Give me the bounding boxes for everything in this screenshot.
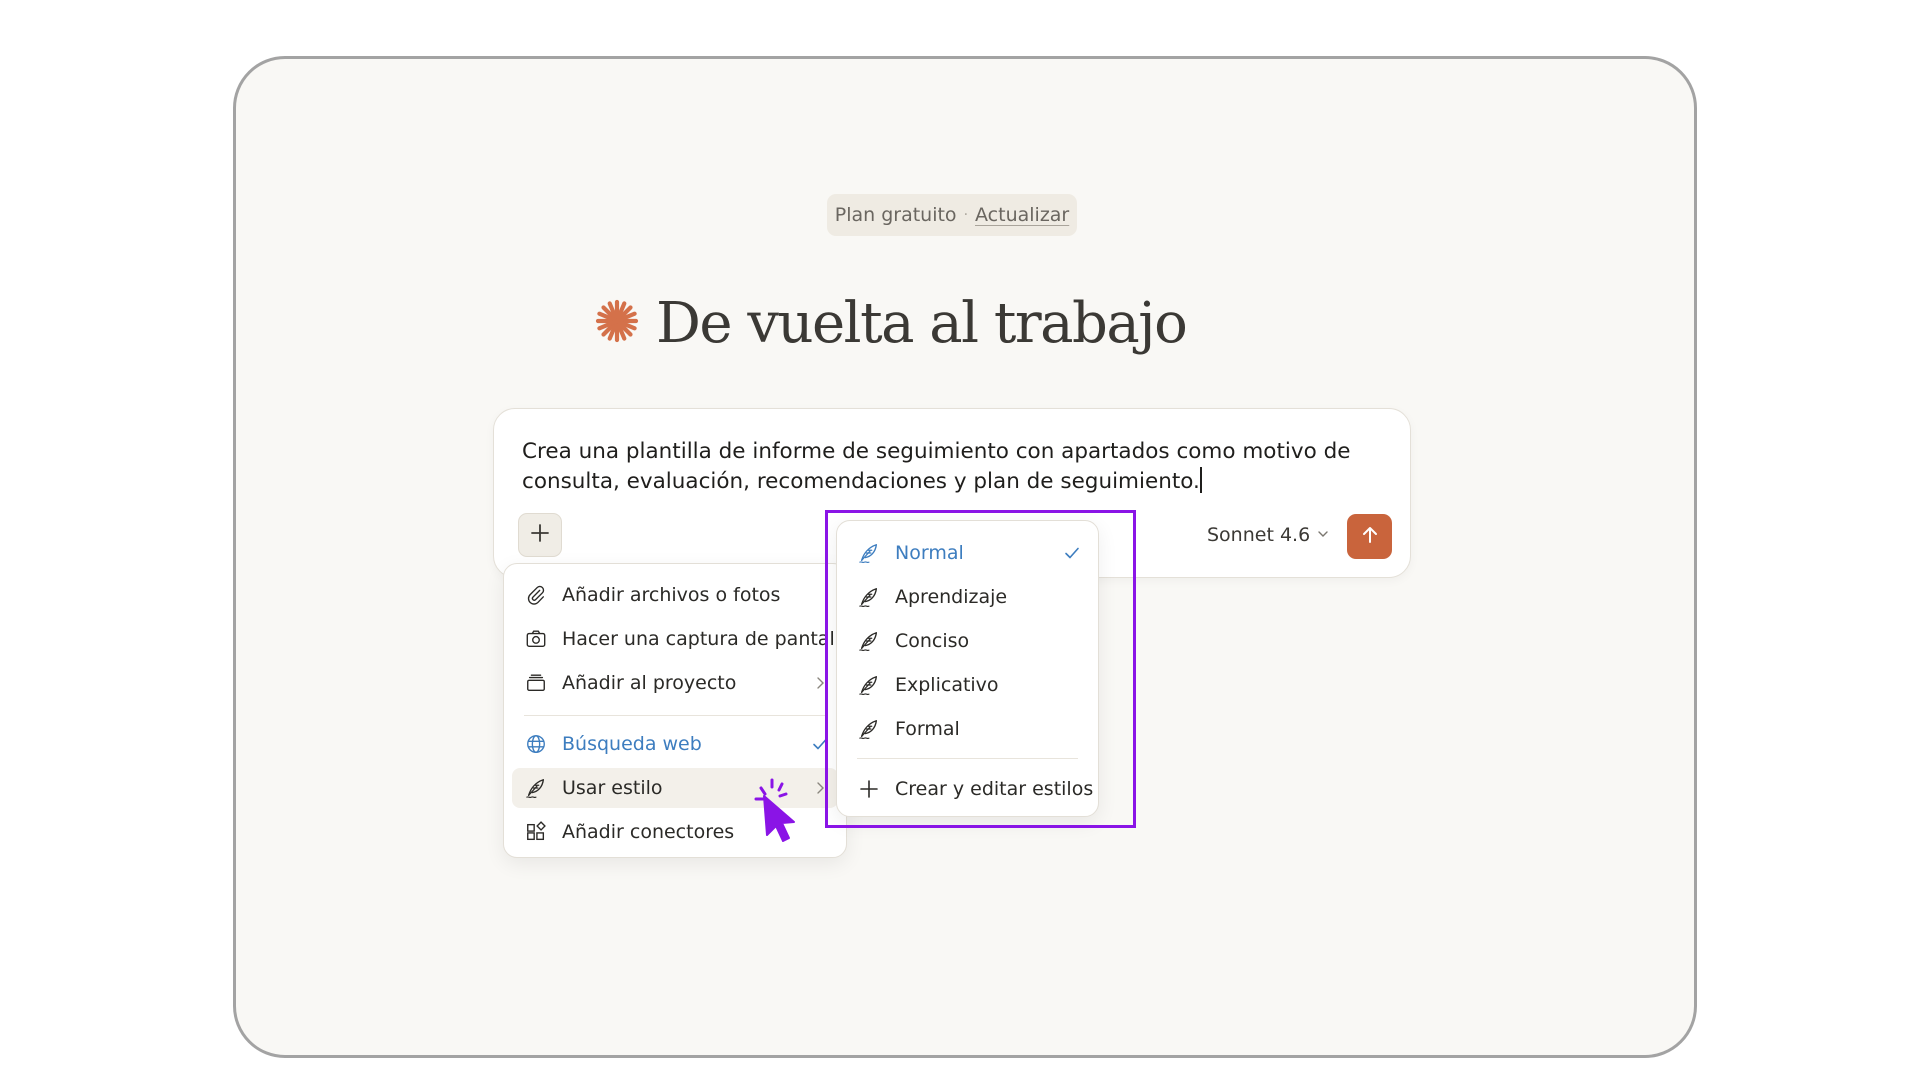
greeting-title: De vuelta al trabajo (656, 290, 1188, 356)
plan-separator: · (963, 207, 969, 223)
menu-item-label: Hacer una captura de pantalla (562, 628, 852, 650)
menu-item-label: Usar estilo (562, 777, 663, 799)
style-item-normal[interactable]: Normal (845, 533, 1090, 573)
text-caret (1199, 467, 1202, 493)
prompt-input[interactable]: Crea una plantilla de informe de seguimi… (522, 437, 1382, 497)
style-item-conciso[interactable]: Conciso (845, 621, 1090, 661)
menu-item-label: Búsqueda web (562, 733, 702, 755)
style-item-label: Explicativo (895, 674, 999, 696)
style-item-label: Conciso (895, 630, 970, 652)
quill-icon (524, 776, 548, 800)
connectors-icon (524, 820, 548, 844)
menu-item-label: Añadir al proyecto (562, 672, 737, 694)
style-item-label: Normal (895, 542, 964, 564)
model-name: Sonnet 4.6 (1207, 524, 1311, 546)
quill-icon (857, 585, 881, 609)
project-box-icon (524, 671, 548, 695)
model-selector[interactable]: Sonnet 4.6 (1207, 515, 1330, 555)
checkmark-icon (808, 732, 832, 756)
plus-icon (857, 777, 881, 801)
plan-badge: Plan gratuito · Actualizar (827, 194, 1077, 236)
menu-item-label: Añadir archivos o fotos (562, 584, 781, 606)
send-button[interactable] (1347, 514, 1392, 559)
quill-icon (857, 541, 881, 565)
menu-item-add-to-project[interactable]: Añadir al proyecto (512, 663, 838, 703)
style-item-label: Formal (895, 718, 960, 740)
checkmark-icon (1060, 541, 1084, 565)
menu-item-web-search[interactable]: Búsqueda web (512, 724, 838, 764)
greeting: De vuelta al trabajo (594, 288, 1188, 358)
style-item-label: Aprendizaje (895, 586, 1008, 608)
menu-item-screenshot[interactable]: Hacer una captura de pantalla (512, 619, 852, 659)
camera-icon (524, 627, 548, 651)
add-attachment-button[interactable] (518, 513, 562, 557)
menu-item-add-files[interactable]: Añadir archivos o fotos (512, 575, 838, 615)
paperclip-icon (524, 583, 548, 607)
plan-label: Plan gratuito (834, 204, 957, 226)
sparkle-logo-icon (594, 298, 640, 348)
menu-item-label: Añadir conectores (562, 821, 735, 843)
style-item-explicativo[interactable]: Explicativo (845, 665, 1090, 705)
menu-divider (857, 758, 1078, 759)
arrow-up-icon (1359, 524, 1381, 550)
quill-icon (857, 717, 881, 741)
style-item-aprendizaje[interactable]: Aprendizaje (845, 577, 1090, 617)
prompt-text: Crea una plantilla de informe de seguimi… (522, 439, 1351, 494)
create-edit-styles-button[interactable]: Crear y editar estilos (845, 769, 1094, 809)
quill-icon (857, 673, 881, 697)
chevron-right-icon (808, 671, 832, 695)
menu-divider (524, 715, 826, 716)
click-cursor-icon (752, 776, 812, 846)
globe-icon (524, 732, 548, 756)
quill-icon (857, 629, 881, 653)
upgrade-link[interactable]: Actualizar (975, 204, 1069, 226)
chevron-down-icon (1316, 524, 1330, 546)
style-item-formal[interactable]: Formal (845, 709, 1090, 749)
plus-icon (529, 522, 551, 548)
create-styles-label: Crear y editar estilos (895, 778, 1094, 800)
style-menu: Normal Aprendizaje Conciso Explicativo F… (836, 520, 1099, 817)
